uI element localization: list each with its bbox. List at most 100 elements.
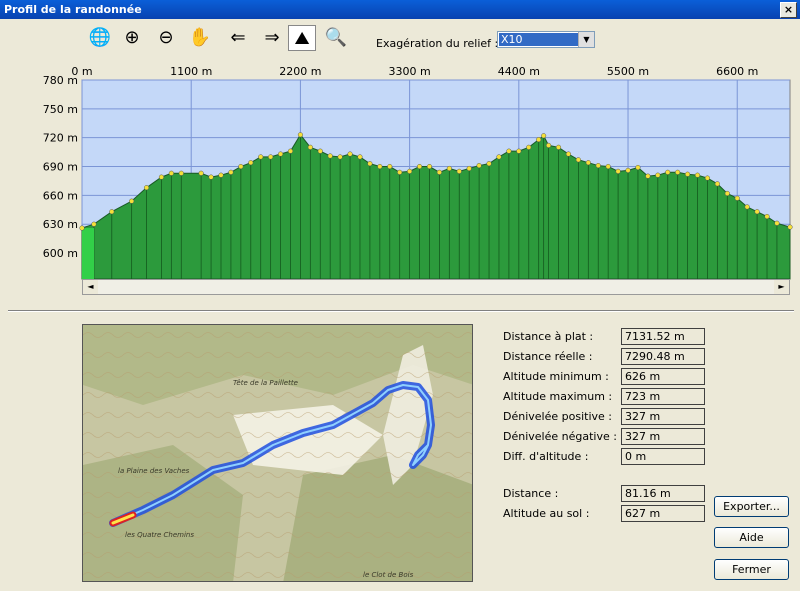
x-tick-label: 2200 m	[279, 65, 321, 78]
stat-value: 327 m	[621, 428, 705, 445]
scroll-left-button[interactable]: ◄	[83, 280, 98, 294]
elevation-point	[238, 163, 244, 170]
elevation-point	[605, 163, 611, 170]
elevation-point	[208, 174, 214, 180]
cursor-stat-label: Altitude au sol :	[503, 507, 590, 520]
elevation-point	[496, 154, 502, 160]
hand-pan-icon[interactable]: ✋	[186, 25, 214, 51]
elevation-point	[357, 154, 363, 160]
elevation-point	[774, 220, 780, 226]
elevation-point	[317, 148, 323, 154]
relief-exaggeration-label: Exagération du relief :	[376, 37, 499, 50]
elevation-point	[506, 148, 512, 154]
arrow-left-icon[interactable]: ⇐	[224, 25, 252, 51]
elevation-point	[516, 148, 522, 154]
x-tick-label: 1100 m	[170, 65, 212, 78]
elevation-point	[536, 137, 542, 143]
zoom-out-icon[interactable]: ⊖	[152, 25, 180, 51]
cursor-stat-value: 81.16 m	[621, 485, 705, 502]
close-window-button[interactable]: ×	[780, 2, 797, 18]
elevation-point	[555, 144, 562, 150]
stat-label: Diff. d'altitude :	[503, 450, 589, 463]
y-tick-label: 690 m	[43, 161, 78, 174]
help-button[interactable]: Aide	[714, 527, 789, 548]
topographic-map[interactable]: Tête de la Paillette la Plaine des Vache…	[82, 324, 473, 582]
terrain-profile-icon[interactable]: ⛰	[288, 25, 316, 51]
elevation-point	[91, 221, 97, 227]
elevation-point	[178, 170, 184, 176]
stat-label: Dénivelée positive :	[503, 410, 612, 423]
elevation-point	[168, 170, 174, 176]
chevron-down-icon[interactable]: ▼	[578, 32, 594, 47]
elevation-point	[218, 172, 224, 178]
elevation-point	[143, 185, 150, 191]
globe-search-icon[interactable]: 🌐	[86, 25, 114, 51]
map-label: la Plaine des Vaches	[118, 467, 190, 475]
zoom-in-icon[interactable]: ⊕	[118, 25, 146, 51]
elevation-point	[109, 209, 115, 215]
elevation-point	[466, 165, 472, 171]
elevation-point	[287, 148, 294, 154]
elevation-point	[248, 160, 254, 166]
stat-label: Dénivelée négative :	[503, 430, 617, 443]
stat-value: 0 m	[621, 448, 705, 465]
elevation-point	[228, 169, 234, 175]
section-divider	[8, 310, 794, 312]
elevation-point	[714, 181, 720, 187]
arrow-right-icon[interactable]: ⇒	[258, 25, 286, 51]
elevation-point	[387, 163, 393, 170]
elevation-point	[337, 154, 343, 160]
elevation-point	[615, 168, 621, 174]
elevation-point	[764, 213, 770, 220]
elevation-point	[407, 168, 413, 174]
stat-label: Distance à plat :	[503, 330, 594, 343]
export-button[interactable]: Exporter...	[714, 496, 789, 517]
elevation-point	[129, 198, 135, 204]
elevation-point	[258, 154, 264, 160]
elevation-point	[565, 151, 572, 157]
y-tick-label: 720 m	[43, 132, 78, 145]
elevation-point	[158, 174, 164, 180]
elevation-point	[655, 172, 661, 178]
elevation-point	[297, 132, 303, 138]
cursor-stat-value: 627 m	[621, 505, 705, 522]
stat-value: 327 m	[621, 408, 705, 425]
relief-exaggeration-value: X10	[499, 33, 578, 46]
stat-label: Altitude minimum :	[503, 370, 609, 383]
elevation-point	[397, 169, 403, 175]
window-title: Profil de la randonnée	[4, 3, 142, 16]
map-svg: Tête de la Paillette la Plaine des Vache…	[83, 325, 472, 581]
elevation-point	[377, 163, 383, 170]
elevation-point	[541, 133, 547, 139]
elevation-point	[585, 160, 591, 166]
close-button[interactable]: Fermer	[714, 559, 789, 580]
elevation-point	[456, 168, 462, 174]
elevation-point	[685, 171, 691, 177]
elevation-point	[625, 167, 631, 173]
elevation-point	[665, 169, 671, 175]
map-label: le Clot de Bois	[363, 571, 414, 579]
elevation-point	[595, 163, 601, 169]
elevation-profile-svg: 0 m 1100 m 2200 m 3300 m 4400 m 5500 m 6600 m7…	[43, 65, 793, 280]
elevation-point	[347, 151, 353, 157]
y-tick-label: 660 m	[43, 189, 78, 202]
cursor-highlight	[82, 228, 94, 279]
scroll-right-button[interactable]: ►	[774, 280, 789, 294]
stat-value: 723 m	[621, 388, 705, 405]
x-tick-label: 6600 m	[716, 65, 758, 78]
y-tick-label: 780 m	[43, 74, 78, 87]
elevation-point	[268, 154, 274, 160]
title-bar: Profil de la randonnée ×	[0, 0, 800, 19]
horizontal-scrollbar[interactable]: ◄ ►	[82, 279, 790, 295]
profile-search-icon[interactable]: 🔍	[322, 25, 350, 51]
elevation-point	[675, 169, 681, 175]
elevation-point	[416, 163, 423, 170]
y-tick-label: 750 m	[43, 103, 78, 116]
x-tick-label: 3300 m	[389, 65, 431, 78]
stat-label: Altitude maximum :	[503, 390, 613, 403]
stat-label: Distance réelle :	[503, 350, 593, 363]
relief-exaggeration-select[interactable]: X10 ▼	[497, 31, 595, 48]
elevation-point	[694, 172, 701, 178]
elevation-point	[787, 224, 793, 230]
stat-value: 7131.52 m	[621, 328, 705, 345]
